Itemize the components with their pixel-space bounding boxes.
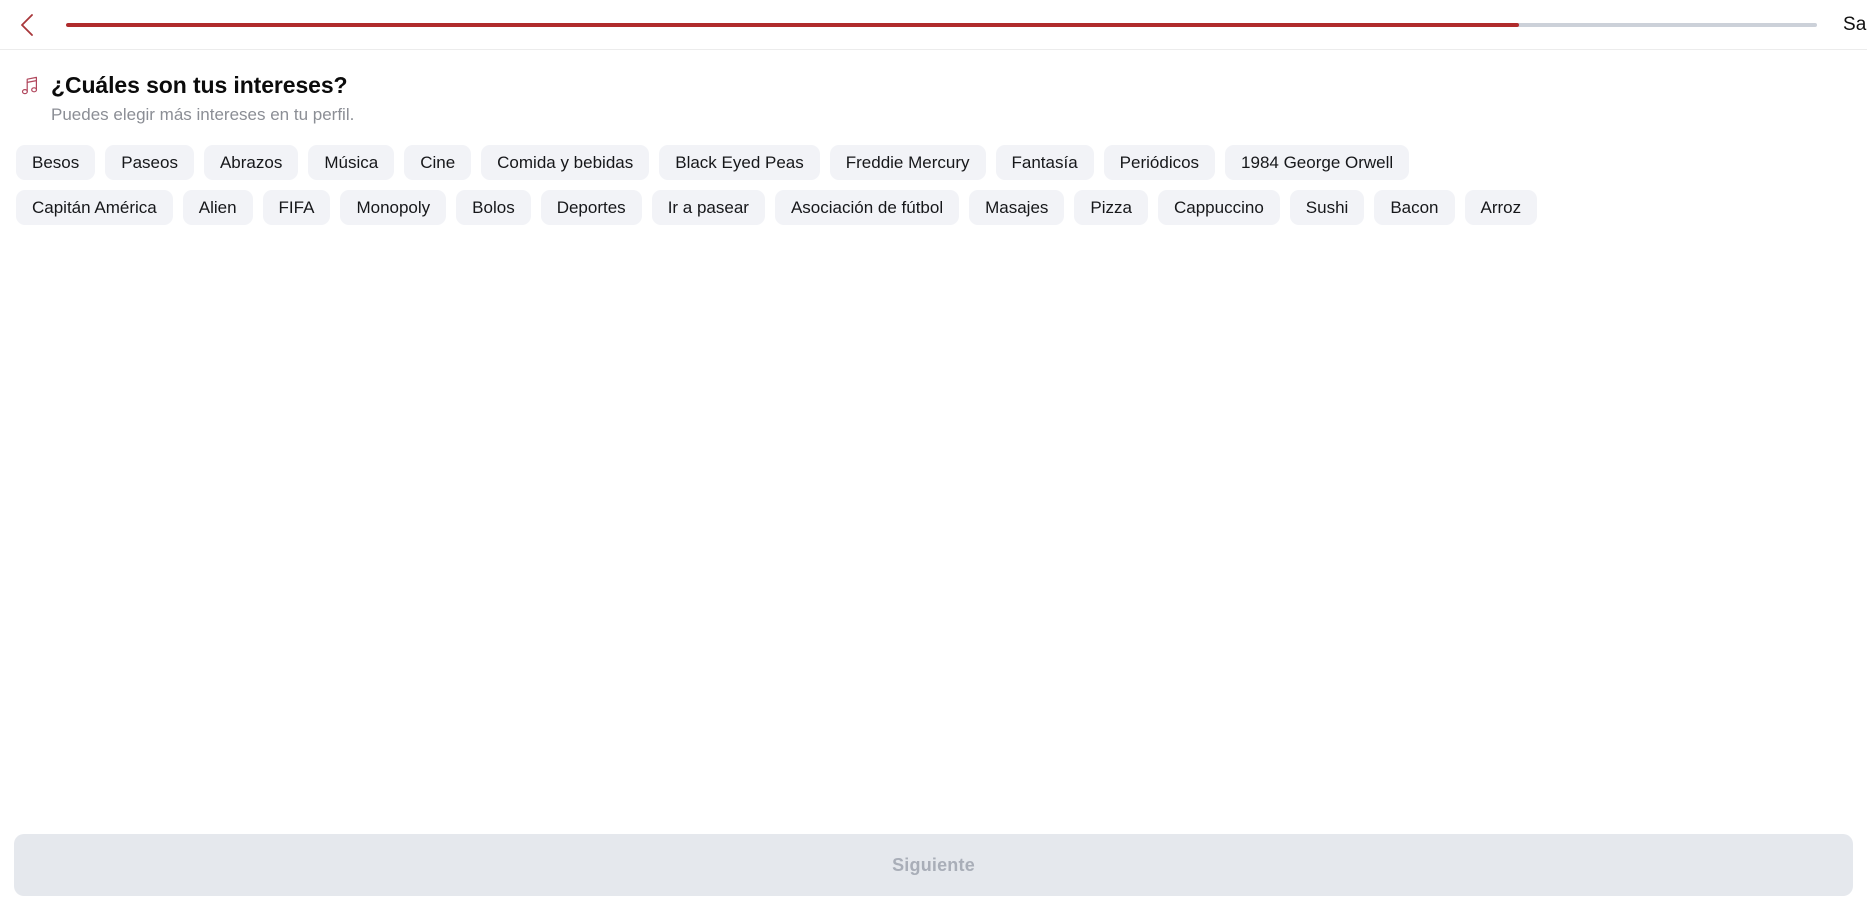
interest-chip[interactable]: Ir a pasear: [651, 189, 765, 225]
interest-chip[interactable]: Comida y bebidas: [481, 144, 650, 180]
interest-chip[interactable]: Música: [308, 144, 395, 180]
interest-chip[interactable]: Deportes: [540, 189, 642, 225]
interest-chip[interactable]: Cine: [404, 144, 472, 180]
interest-chip[interactable]: Besos: [16, 144, 96, 180]
onboarding-interests-screen: Salir ¿Cuáles son tus intereses? Puedes …: [0, 0, 1867, 914]
footer-bar: Siguiente: [0, 834, 1867, 914]
interest-chip[interactable]: Black Eyed Peas: [659, 144, 820, 180]
progress-bar: [44, 22, 1843, 27]
interest-chip[interactable]: Masajes: [969, 189, 1065, 225]
page-title: ¿Cuáles son tus intereses?: [51, 72, 348, 98]
title-row: ¿Cuáles son tus intereses?: [19, 72, 1853, 100]
interest-chip[interactable]: Sushi: [1289, 189, 1365, 225]
next-button[interactable]: Siguiente: [14, 834, 1853, 896]
music-note-icon: [19, 73, 41, 99]
interest-chip[interactable]: 1984 George Orwell: [1225, 144, 1410, 180]
interest-chip[interactable]: Abrazos: [203, 144, 299, 180]
progress-fill: [66, 22, 1520, 27]
interest-chip[interactable]: FIFA: [262, 189, 331, 225]
interest-chip[interactable]: Asociación de fútbol: [774, 189, 960, 225]
page-subtitle: Puedes elegir más intereses en tu perfil…: [51, 104, 355, 124]
interest-chip-list: Besos Paseos Abrazos Música Cine Comida y beb…: [14, 144, 1574, 225]
content-area: ¿Cuáles son tus intereses? Puedes elegir…: [0, 50, 1867, 834]
interest-chip[interactable]: Bacon: [1374, 189, 1455, 225]
interest-chip[interactable]: Arroz: [1464, 189, 1538, 225]
interest-chip[interactable]: Pizza: [1074, 189, 1148, 225]
exit-link[interactable]: Salir: [1843, 14, 1867, 36]
interest-chip[interactable]: Freddie Mercury: [829, 144, 986, 180]
progress-track: [66, 22, 1817, 27]
interest-chip[interactable]: Alien: [182, 189, 253, 225]
interest-chip[interactable]: Cappuccino: [1158, 189, 1280, 225]
interest-chip[interactable]: Capitán América: [16, 189, 173, 225]
interest-chip[interactable]: Monopoly: [340, 189, 447, 225]
interest-chip[interactable]: Paseos: [105, 144, 194, 180]
chevron-left-icon: [20, 13, 34, 36]
back-button[interactable]: [10, 8, 44, 42]
interest-chip[interactable]: Periódicos: [1103, 144, 1216, 180]
top-bar: Salir: [0, 0, 1867, 50]
interest-chip[interactable]: Bolos: [456, 189, 531, 225]
interest-chip[interactable]: Fantasía: [995, 144, 1094, 180]
